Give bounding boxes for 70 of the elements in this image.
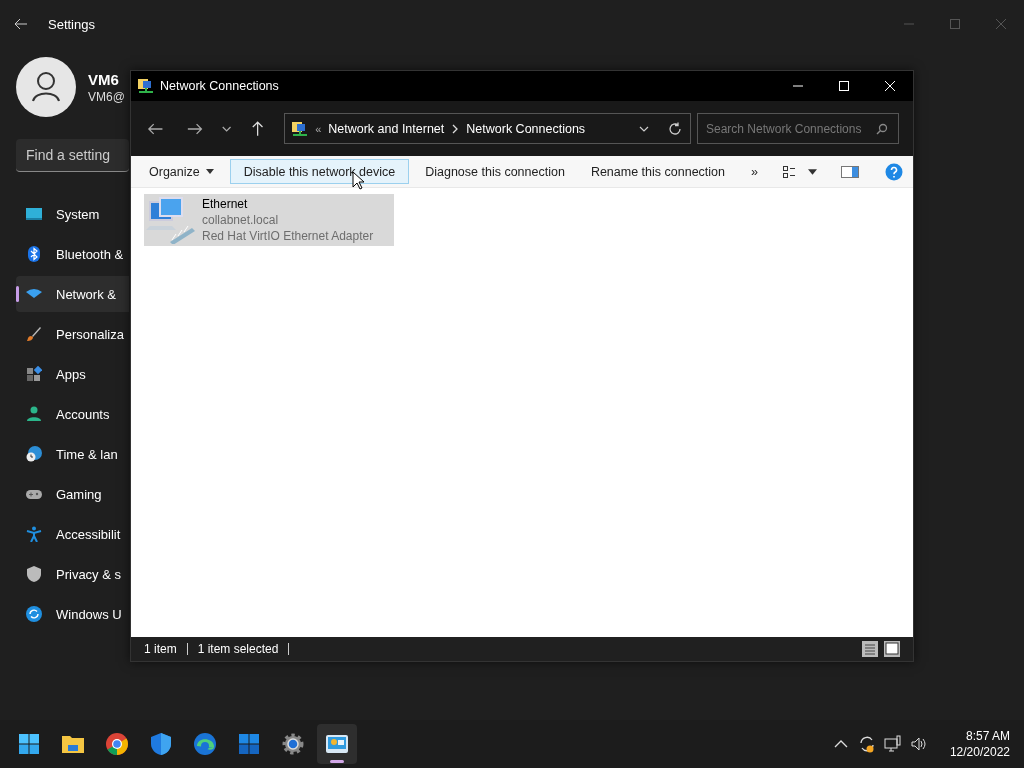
nav-item[interactable]: Network & (16, 276, 129, 312)
connection-item[interactable]: Ethernet collabnet.local Red Hat VirtIO Ethernet Adapter (144, 194, 394, 246)
command-button[interactable]: Disable this network device (229, 159, 410, 184)
folder-icon (62, 736, 84, 753)
window-title: Network Connections (160, 79, 279, 93)
nav-item[interactable]: Accessibilit (16, 516, 129, 552)
status-text: 1 item selected (197, 642, 279, 656)
caret-icon (205, 169, 214, 174)
chrome-icon (106, 733, 128, 755)
refresh-icon[interactable] (668, 121, 682, 136)
taskbar-app[interactable] (317, 724, 357, 764)
user-name: VM6 (88, 70, 120, 88)
shield-icon (151, 733, 171, 755)
caret-icon[interactable] (808, 168, 817, 175)
search-input[interactable]: Search Network Connections (706, 121, 876, 136)
search-field[interactable]: Find a setting (16, 139, 129, 172)
address-bar[interactable]: « Network and Internet Network Connections (284, 113, 691, 144)
tiles-icon (239, 734, 259, 754)
adapter-name: Red Hat VirtIO Ethernet Adapter (202, 228, 374, 244)
connection-domain: collabnet.local (202, 212, 280, 228)
nav-item[interactable]: Gaming (16, 476, 129, 512)
nav-item[interactable]: Personaliza (16, 316, 129, 352)
help-icon[interactable] (885, 162, 903, 181)
app-title: Settings (48, 16, 95, 32)
sync-icon[interactable] (857, 735, 876, 753)
network-adapter-icon (146, 196, 196, 244)
breadcrumb[interactable]: Network Connections (466, 121, 586, 136)
details-view-icon[interactable] (861, 640, 879, 658)
command-button[interactable]: Diagnose this connection (415, 159, 575, 184)
person-icon (26, 406, 42, 422)
status-text: 1 item (144, 642, 177, 656)
menu-button[interactable]: Organize (139, 159, 224, 184)
network-folder-icon (138, 78, 154, 94)
bluetooth-icon (26, 246, 42, 262)
apps-icon (26, 366, 42, 382)
nav-item[interactable]: System (16, 196, 129, 232)
breadcrumb[interactable]: Network and Internet (328, 121, 445, 136)
accessibility-icon (26, 526, 42, 542)
preview-pane-icon[interactable] (841, 164, 859, 179)
avatar-icon (16, 57, 76, 117)
connection-name: Ethernet (202, 196, 249, 212)
search-field[interactable]: Search Network Connections (697, 113, 899, 144)
sync-icon (26, 606, 42, 622)
windows-logo-icon (19, 734, 39, 754)
search-icon (876, 122, 888, 135)
nav-item[interactable]: Time & lan (16, 436, 129, 472)
nav-item[interactable]: Bluetooth & (16, 236, 129, 272)
network-folder-icon (292, 120, 309, 137)
shield-icon (26, 566, 42, 582)
more-button[interactable]: » (741, 159, 768, 184)
nav-item[interactable]: Accounts (16, 396, 129, 432)
nav-item[interactable]: Apps (16, 356, 129, 392)
back-icon[interactable] (14, 18, 28, 30)
network-icon[interactable] (883, 735, 902, 753)
volume-icon[interactable] (909, 735, 928, 753)
clock-icon (26, 446, 42, 462)
view-options-icon[interactable] (782, 164, 796, 179)
network-connections-icon (326, 735, 348, 753)
nav-item[interactable]: Privacy & s (16, 556, 129, 592)
chevron-icon[interactable] (451, 123, 460, 134)
user-email: VM6@ (88, 89, 125, 104)
command-button[interactable]: Rename this connection (580, 159, 735, 184)
monitor-icon (26, 206, 42, 222)
tiles-view-icon[interactable] (883, 640, 901, 658)
nav-item[interactable]: Windows U (16, 596, 129, 632)
overflow-chevron[interactable]: « (315, 122, 322, 135)
edge-icon (194, 733, 216, 755)
gear-icon (282, 733, 304, 755)
clock[interactable]: 8:57 AM 12/20/2022 (949, 728, 1010, 760)
brush-icon (26, 326, 42, 342)
